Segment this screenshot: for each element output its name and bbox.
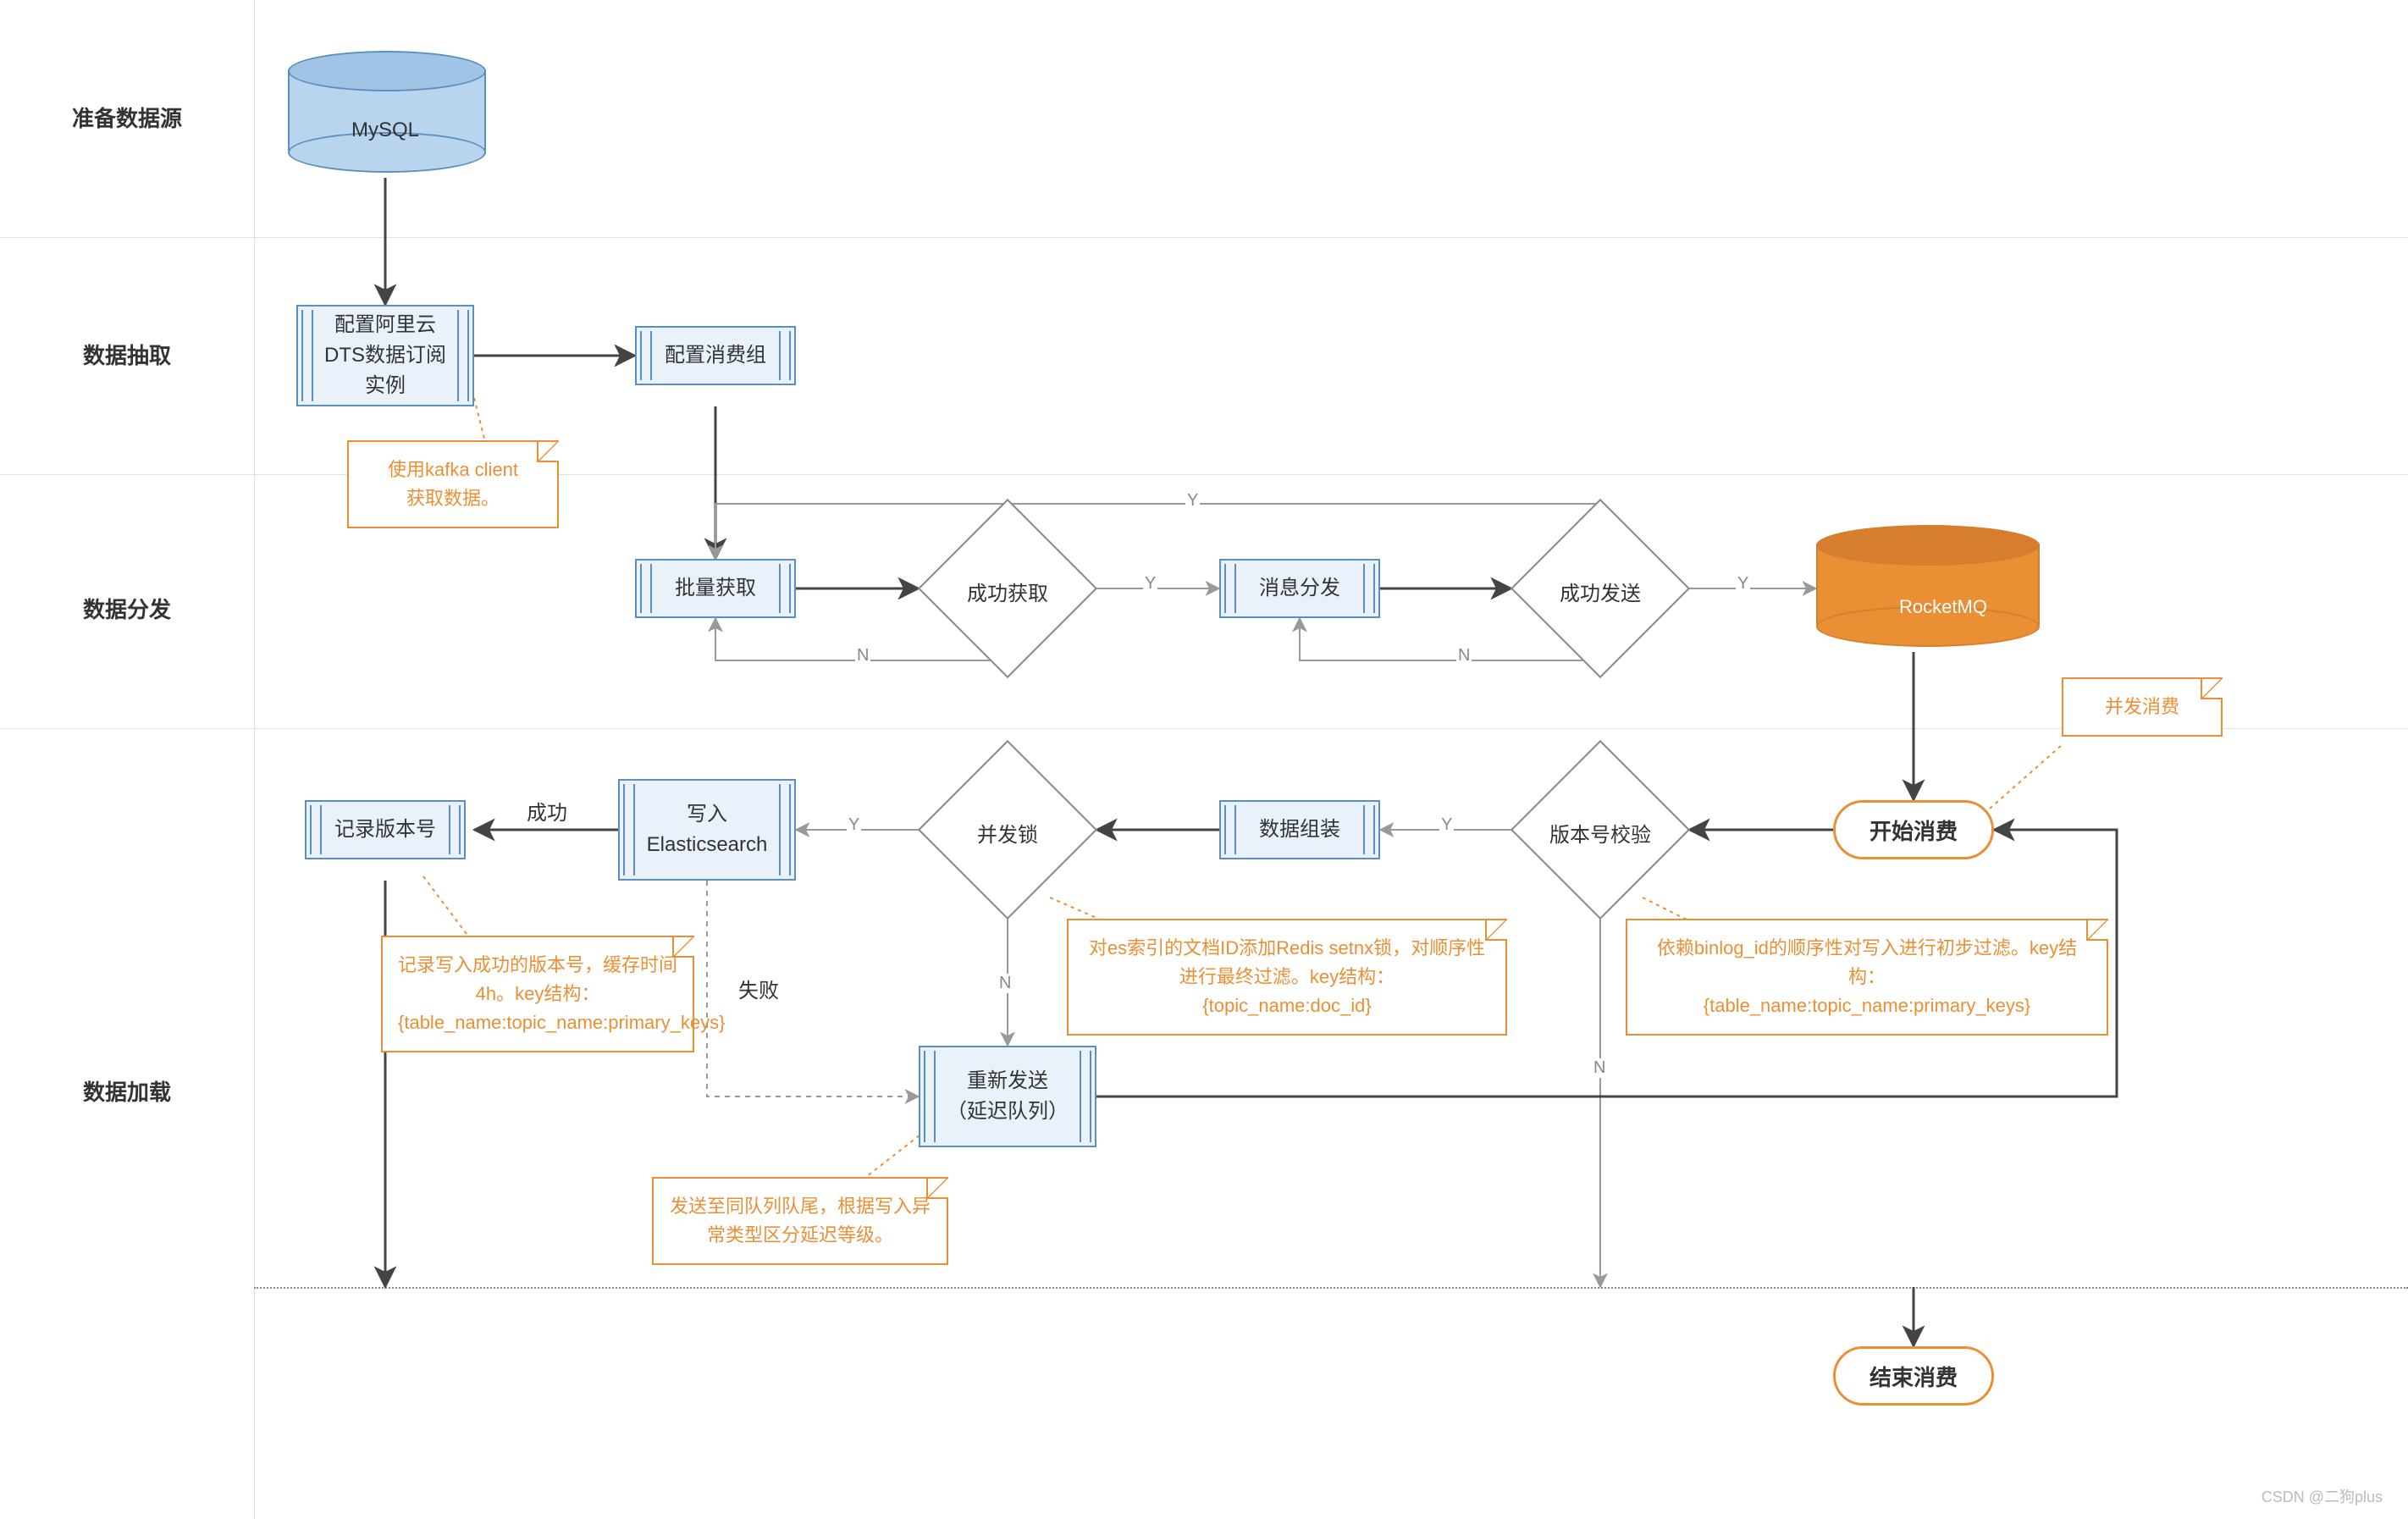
process-label: 配置消费组 [665, 340, 766, 371]
lane-separator [0, 237, 2408, 238]
note-concurrent: 并发消费 [2062, 677, 2223, 737]
edge-label-n: N [855, 646, 870, 666]
decision-send-ok: 成功发送 [1511, 499, 1690, 678]
decision-label: 版本号校验 [1537, 769, 1664, 896]
lane-label-extract: 数据抽取 [0, 339, 254, 370]
process-label: 批量获取 [675, 573, 756, 604]
process-record-version: 记录版本号 [305, 800, 466, 859]
note-fold-icon [672, 936, 694, 958]
note-fold-icon [537, 440, 559, 462]
note-text: 使用kafka client 获取数据。 [388, 459, 518, 509]
lane-separator [0, 728, 2408, 729]
note-text: 并发消费 [2105, 696, 2179, 717]
process-msg-dispatch: 消息分发 [1219, 559, 1380, 618]
note-fold-icon [1485, 919, 1507, 941]
lane-label-load: 数据加载 [0, 1075, 254, 1107]
lane-separator-dotted [254, 1287, 2408, 1289]
edge-label-fail: 失败 [737, 974, 781, 1003]
note-text: 记录写入成功的版本号，缓存时间4h。key结构： {table_name:top… [398, 954, 725, 1033]
lane-label-source: 准备数据源 [0, 102, 254, 133]
decision-label: 成功获取 [944, 528, 1071, 655]
note-version-rec: 记录写入成功的版本号，缓存时间4h。key结构： {table_name:top… [381, 936, 694, 1052]
note-text: 依赖binlog_id的顺序性对写入进行初步过滤。key结构： {table_n… [1657, 937, 2077, 1016]
edge-label-n: N [997, 974, 1013, 993]
process-label: 消息分发 [1259, 573, 1340, 604]
datastore-rocketmq: RocketMQ [1816, 525, 2036, 644]
datastore-label: RocketMQ [1833, 596, 2053, 618]
process-label: 配置阿里云 DTS数据订阅 实例 [324, 310, 446, 401]
datastore-label: MySQL [288, 119, 483, 142]
decision-concurrent-lock: 并发锁 [918, 740, 1097, 920]
edge-label-y: Y [1736, 574, 1750, 594]
edge-label-y: Y [1439, 815, 1454, 835]
edge-label-y: Y [1143, 574, 1157, 594]
process-resend-delay: 重新发送 （延迟队列） [919, 1046, 1096, 1147]
edge-label-y: Y [847, 815, 861, 835]
process-label: 记录版本号 [334, 815, 436, 845]
process-label: 写入 Elasticsearch [647, 799, 768, 860]
note-resend: 发送至同队列队尾，根据写入异常类型区分延迟等级。 [652, 1177, 948, 1265]
note-fold-icon [2201, 677, 2223, 699]
edge-label-n: N [1456, 646, 1472, 666]
note-lock-es: 对es索引的文档ID添加Redis setnx锁，对顺序性进行最终过滤。key结… [1067, 919, 1507, 1036]
process-batch-fetch: 批量获取 [635, 559, 796, 618]
diagram-canvas: 准备数据源 数据抽取 数据分发 数据加载 [0, 0, 2408, 1519]
terminator-end-consume: 结束消费 [1833, 1346, 1994, 1406]
decision-fetch-ok: 成功获取 [918, 499, 1097, 678]
process-data-pack: 数据组装 [1219, 800, 1380, 859]
note-version-dep: 依赖binlog_id的顺序性对写入进行初步过滤。key结构： {table_n… [1626, 919, 2108, 1036]
decision-label: 并发锁 [944, 769, 1071, 896]
process-dts: 配置阿里云 DTS数据订阅 实例 [296, 305, 474, 406]
note-kafka: 使用kafka client 获取数据。 [347, 440, 559, 528]
edge-label-success: 成功 [525, 796, 569, 826]
process-consumer-group: 配置消费组 [635, 326, 796, 385]
edge-label-y: Y [1185, 491, 1200, 511]
note-text: 对es索引的文档ID添加Redis setnx锁，对顺序性进行最终过滤。key结… [1089, 937, 1485, 1016]
note-fold-icon [2086, 919, 2108, 941]
process-label: 数据组装 [1259, 815, 1340, 845]
edge-label-n: N [1592, 1058, 1607, 1078]
diagram-edges [0, 0, 2408, 1519]
decision-version-check: 版本号校验 [1511, 740, 1690, 920]
swimlane-vertical-separator [254, 0, 255, 1519]
terminator-start-consume: 开始消费 [1833, 800, 1994, 859]
watermark: CSDN @二狗plus [2262, 1485, 2383, 1507]
note-text: 发送至同队列队尾，根据写入异常类型区分延迟等级。 [670, 1196, 931, 1246]
lane-label-dispatch: 数据分发 [0, 593, 254, 624]
decision-label: 成功发送 [1537, 528, 1664, 655]
process-write-es: 写入 Elasticsearch [618, 779, 796, 881]
note-fold-icon [926, 1177, 948, 1199]
process-label: 重新发送 （延迟队列） [947, 1066, 1069, 1127]
datastore-mysql: MySQL [288, 51, 483, 169]
